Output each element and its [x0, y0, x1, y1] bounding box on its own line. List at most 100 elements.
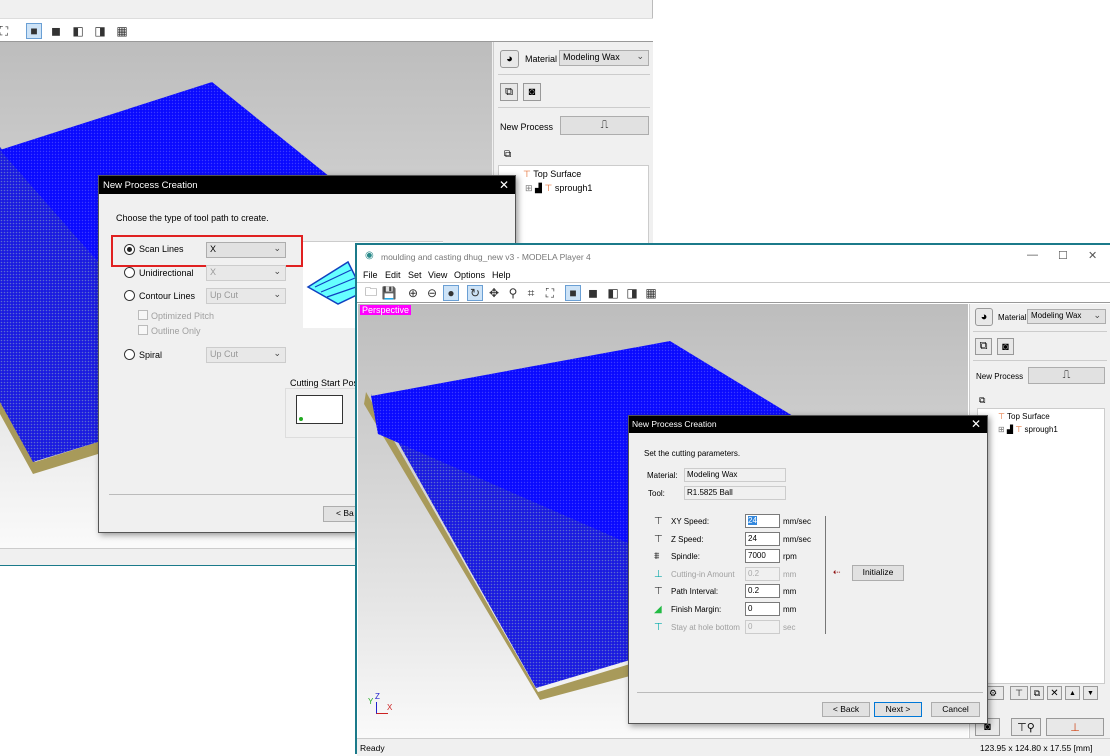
globe-icon[interactable]: ⊕ [405, 285, 421, 301]
tool-icon: ⊤ [998, 412, 1005, 421]
cancel-button[interactable]: Cancel [931, 702, 980, 717]
tree-item-sprough1[interactable]: ⊞ ▟ ⊤ sprough1 [998, 425, 1058, 434]
menu-options[interactable]: Options [454, 270, 485, 280]
iso-view-icon[interactable]: ◨ [624, 285, 640, 301]
move-up-icon[interactable]: ▲ [1065, 686, 1080, 700]
material-field: Modeling Wax [684, 468, 786, 482]
tree-item-top-surface[interactable]: ⊤ Top Surface [998, 412, 1050, 421]
tree-item-top-surface[interactable]: ⊤ Top Surface [523, 169, 581, 180]
zoom-window-icon[interactable]: ⌗ [523, 285, 539, 301]
material-icon[interactable]: ◕ [975, 308, 993, 326]
zoom-icon[interactable]: ⚲ [505, 285, 521, 301]
param-input[interactable]: 24 [745, 531, 780, 546]
tool-label: Tool: [648, 489, 665, 498]
copy-icon[interactable]: ⧉ [1030, 686, 1044, 700]
close-icon[interactable]: ✕ [971, 417, 981, 431]
unidirectional-label: Unidirectional [139, 268, 194, 278]
close-icon[interactable]: ✕ [499, 178, 509, 192]
menu-file[interactable]: File [363, 270, 378, 280]
material-label: Material [998, 313, 1027, 322]
spiral-label: Spiral [139, 350, 163, 360]
unidirectional-radio[interactable] [124, 267, 135, 278]
status-text: Ready [360, 743, 385, 753]
divider [498, 107, 650, 108]
cutting-start-position-box[interactable] [296, 395, 343, 424]
expand-icon[interactable]: ⊞ [998, 425, 1005, 434]
new-process-button[interactable]: ⎍ [1028, 367, 1105, 384]
cut-icon[interactable]: ⊥ [1046, 718, 1104, 736]
rotate-icon[interactable]: ↻ [467, 285, 483, 301]
front-view-icon[interactable]: ◼ [48, 23, 64, 39]
divider [973, 331, 1107, 332]
delete-icon[interactable]: ✕ [1047, 686, 1062, 700]
tree-item-sprough1[interactable]: ⊞ ▟ ⊤ sprough1 [525, 183, 592, 194]
fit-view-icon[interactable]: ⛶ [542, 285, 558, 301]
stock-settings-icon[interactable]: ⧉ [500, 83, 518, 101]
param-input[interactable]: 7000 [745, 549, 780, 564]
material-icon[interactable]: ◕ [500, 50, 519, 68]
iso-view-icon[interactable]: ◨ [92, 23, 108, 39]
scan-lines-radio[interactable] [124, 244, 135, 255]
axis-z-label: Z [375, 692, 380, 701]
material-label: Material [525, 54, 558, 64]
four-view-icon[interactable]: ▦ [114, 23, 130, 39]
divider [498, 74, 650, 75]
four-view-icon[interactable]: ▦ [643, 285, 659, 301]
spiral-radio[interactable] [124, 349, 135, 360]
menu-view[interactable]: View [428, 270, 447, 280]
tool-field: R1.5825 Ball [684, 486, 786, 500]
new-process-button[interactable]: ⎍ [560, 116, 649, 135]
param-input[interactable]: 0 [745, 602, 780, 616]
initialize-button[interactable]: Initialize [852, 565, 904, 581]
stock-settings-icon[interactable]: ⧉ [975, 338, 992, 355]
expand-icon[interactable]: ⊞ [525, 183, 533, 193]
scan-lines-direction-select[interactable]: X ⌄ [206, 242, 286, 258]
contour-lines-radio[interactable] [124, 290, 135, 301]
divider [637, 692, 983, 693]
title-bar: ◉ moulding and casting dhug_new v3 - MOD… [357, 245, 1110, 267]
param-label: Z Speed: [671, 534, 704, 544]
side-view-icon[interactable]: ◧ [70, 23, 86, 39]
next-button[interactable]: Next > [874, 702, 922, 717]
param-input[interactable]: 24 [745, 514, 780, 528]
param-row: ◢ Finish Margin: 0 mm [629, 602, 829, 618]
open-file-icon[interactable]: 🗀 [363, 285, 379, 301]
tool-settings-icon[interactable]: ◙ [523, 83, 541, 101]
tool-settings-icon[interactable]: ◙ [997, 338, 1014, 355]
dialog-title-bar: New Process Creation ✕ [629, 416, 987, 433]
back-button[interactable]: < Back [822, 702, 870, 717]
tool-icon: ⊤ [544, 183, 553, 193]
param-label: Path Interval: [671, 587, 719, 597]
status-bar: Ready 123.95 x 124.80 x 17.55 [mm] [357, 738, 1110, 756]
menu-help[interactable]: Help [492, 270, 511, 280]
material-select[interactable]: Modeling Wax ⌄ [559, 50, 649, 66]
process-tab-icon[interactable]: ⧉ [504, 149, 511, 160]
hemisphere-icon[interactable]: ⊖ [424, 285, 440, 301]
param-input[interactable]: 0.2 [745, 584, 780, 599]
minimize-button[interactable]: — [1027, 249, 1038, 261]
process-tab-icon[interactable]: ⧉ [979, 395, 985, 406]
dialog-instruction: Choose the type of tool path to create. [116, 213, 269, 223]
back-toolbar: ⛶ ■ ◼ ◧ ◨ ▦ [0, 18, 653, 42]
close-button[interactable]: ✕ [1088, 249, 1097, 262]
tool-change-icon[interactable]: ⊤ [1010, 686, 1028, 700]
material-value: Modeling Wax [1031, 311, 1082, 320]
move-down-icon[interactable]: ▼ [1083, 686, 1098, 700]
pan-icon[interactable]: ✥ [486, 285, 502, 301]
front-view-icon[interactable]: ◼ [585, 285, 601, 301]
solid-view-icon[interactable]: ■ [565, 285, 581, 301]
cutting-start-label: Cutting Start Posit [290, 378, 363, 388]
material-value: Modeling Wax [563, 52, 620, 62]
fit-view-icon[interactable]: ⛶ [0, 23, 12, 39]
maximize-button[interactable]: ☐ [1058, 249, 1068, 262]
material-select[interactable]: Modeling Wax ⌄ [1027, 309, 1106, 324]
menu-set[interactable]: Set [408, 270, 422, 280]
param-unit: mm [783, 605, 797, 614]
save-icon[interactable]: 💾 [381, 285, 397, 301]
side-view-icon[interactable]: ◧ [605, 285, 621, 301]
solid-view-icon[interactable]: ■ [26, 23, 42, 39]
menu-edit[interactable]: Edit [385, 270, 401, 280]
tool-search-icon[interactable]: ⊤⚲ [1011, 718, 1041, 736]
chevron-down-icon: ⌄ [273, 266, 281, 276]
shaded-sphere-icon[interactable]: ● [443, 285, 459, 301]
